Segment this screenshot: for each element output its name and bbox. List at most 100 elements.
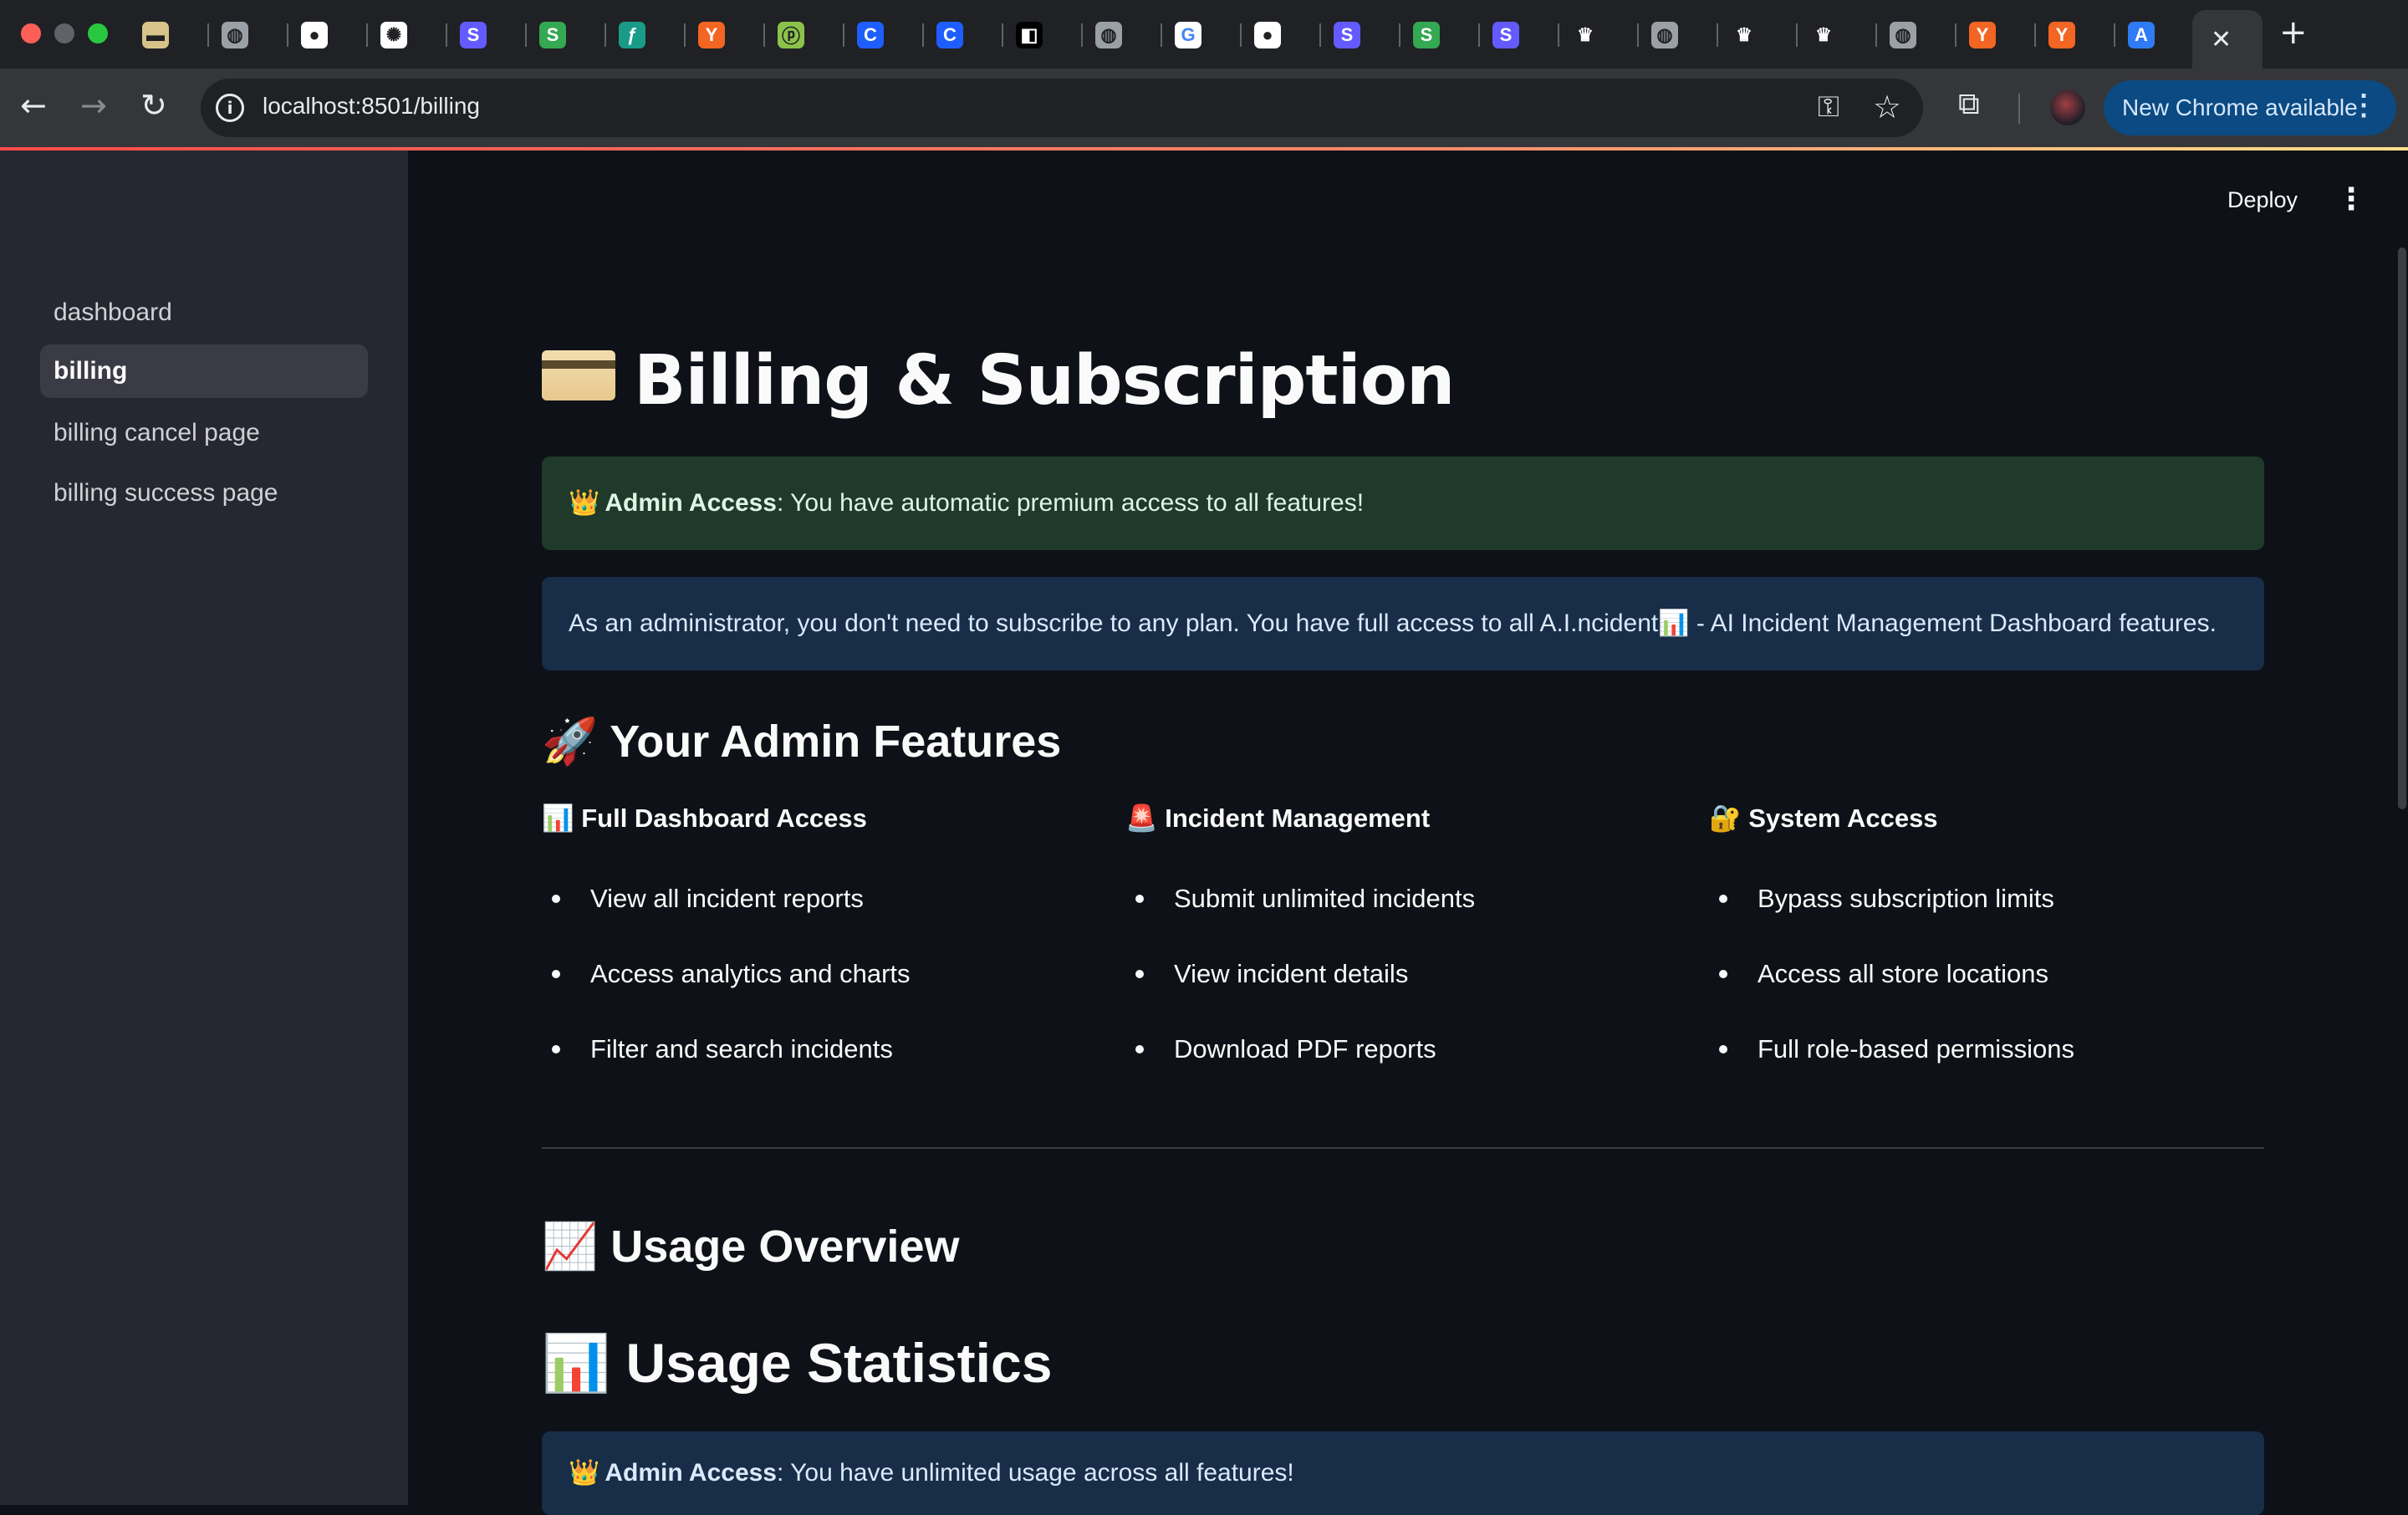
reload-icon[interactable]: ↻ [140,87,167,124]
tab-sheets-1[interactable]: S [528,12,606,59]
tab-globe[interactable]: ◍ [210,12,288,59]
toolbar-divider [2018,94,2020,124]
new-chrome-available-button[interactable]: New Chrome available ⋮ [2104,80,2396,135]
tab-globe-favicon-icon: ◍ [222,22,248,48]
tab-c-app-2-favicon-icon: C [936,22,963,48]
sidebar-item-billing-cancel-page[interactable]: billing cancel page [40,406,368,460]
tab-globe-4-favicon-icon: ◍ [1890,22,1916,48]
tab-separator [1558,23,1559,47]
tab-separator [922,23,924,47]
tab-separator [1399,23,1400,47]
list-item: Full role-based permissions [1709,1012,2261,1087]
browser-toolbar: ← → ↻ i localhost:8501/billing ⚿ ☆ ⧉ New… [0,69,2408,147]
list-item: Access analytics and charts [542,936,1094,1012]
sidebar-item-label: billing cancel page [54,419,260,446]
deploy-button[interactable]: Deploy [2227,187,2298,213]
back-arrow-icon[interactable]: ← [20,87,47,124]
alert-text: : You have unlimited usage across all fe… [777,1459,1294,1487]
tab-billing-card[interactable]: ▬ [130,12,209,59]
tab-globe-4[interactable]: ◍ [1878,12,1956,59]
feature-column-dashboard: 📊 Full Dashboard Access View all inciden… [542,803,1094,1087]
tab-box-app-favicon-icon: ◧ [1016,22,1043,48]
admin-access-alert: 👑 Admin Access : You have automatic prem… [542,457,2264,550]
tab-github[interactable]: ● [289,12,368,59]
tab-separator [1081,23,1083,47]
tab-ycombinator-1-favicon-icon: Y [698,22,725,48]
tab-separator [1002,23,1003,47]
window-close-button[interactable] [21,23,41,43]
tab-separator [1955,23,1956,47]
window-zoom-button[interactable] [88,23,108,43]
tab-separator [207,23,209,47]
tab-globe-3[interactable]: ◍ [1640,12,1718,59]
tab-c-app-2[interactable]: C [925,12,1003,59]
sidebar-item-label: dashboard [54,298,172,326]
tab-ycombinator-2-favicon-icon: Y [1969,22,1996,48]
sidebar-item-dashboard[interactable]: dashboard [40,286,368,339]
url-text[interactable]: localhost:8501/billing [263,93,480,120]
tab-stripe-1-favicon-icon: S [460,22,487,48]
tab-github-2[interactable]: ● [1242,12,1321,59]
page-title: Billing & Subscription [542,341,1455,421]
list-item: View incident details [1125,936,1677,1012]
tab-separator [366,23,368,47]
feature-column-title: 📊 Full Dashboard Access [542,803,867,833]
cast-search-icon[interactable]: ⧉ [1958,87,1980,122]
divider [542,1147,2264,1149]
feature-column-system: 🔐 System Access Bypass subscription limi… [1709,803,2261,1087]
tab-openai-favicon-icon: ✺ [380,22,407,48]
tab-sheets-2[interactable]: S [1401,12,1480,59]
tab-separator [1478,23,1480,47]
sidebar-item-billing[interactable]: billing [40,344,368,398]
tab-ycombinator-3[interactable]: Y [2037,12,2115,59]
info-text: As an administrator, you don't need to s… [569,610,2217,637]
tab-ycombinator-1[interactable]: Y [686,12,765,59]
tab-ycombinator-2[interactable]: Y [1957,12,2036,59]
tab-stripe-1[interactable]: S [448,12,527,59]
sidebar-item-billing-success-page[interactable]: billing success page [40,467,368,520]
tab-crown-2[interactable]: ♛ [1719,12,1798,59]
tab-feather-favicon-icon: ƒ [619,22,645,48]
bookmark-star-icon[interactable]: ☆ [1873,89,1901,125]
chrome-menu-icon[interactable]: ⋮ [2349,89,2378,122]
tab-separator [287,23,288,47]
tab-crown-3-favicon-icon: ♛ [1810,22,1837,48]
tab-ycombinator-3-favicon-icon: Y [2048,22,2075,48]
tab-separator [1717,23,1718,47]
tab-openai[interactable]: ✺ [369,12,447,59]
sidebar: dashboard billing billing cancel page bi… [0,150,408,1505]
tab-github-2-favicon-icon: ● [1254,22,1281,48]
tab-separator [2114,23,2115,47]
site-info-icon[interactable]: i [216,94,244,122]
tab-separator [605,23,606,47]
tab-feather[interactable]: ƒ [607,12,686,59]
window-minimize-button[interactable] [54,23,74,43]
forward-arrow-icon[interactable]: → [80,87,107,124]
tab-box-app[interactable]: ◧ [1004,12,1083,59]
close-tab-icon[interactable]: ✕ [2211,25,2232,54]
scrollbar[interactable] [2398,247,2406,809]
tab-stripe-2[interactable]: S [1322,12,1400,59]
address-bar[interactable]: i localhost:8501/billing ⚿ ☆ [201,79,1923,137]
password-key-icon[interactable]: ⚿ [1818,90,1839,124]
tab-globe-2[interactable]: ◍ [1084,12,1162,59]
tab-stripe-3[interactable]: S [1481,12,1559,59]
credit-card-icon [542,350,615,400]
new-tab-button[interactable]: + [2279,13,2308,52]
tab-google[interactable]: G [1163,12,1242,59]
profile-avatar[interactable] [2050,90,2085,125]
tab-green-app[interactable]: ⓟ [766,12,844,59]
tab-separator [763,23,765,47]
main-menu-icon[interactable]: ⋮ [2336,182,2366,217]
tab-c-app-1[interactable]: C [845,12,924,59]
tab-crown-2-favicon-icon: ♛ [1731,22,1758,48]
usage-overview-heading: 📈 Usage Overview [542,1222,960,1272]
tab-appstore[interactable]: A [2116,12,2195,59]
tab-crown-1[interactable]: ♛ [1560,12,1639,59]
sidebar-item-label: billing [54,357,128,385]
feature-list: View all incident reports Access analyti… [542,861,1094,1087]
tab-crown-3[interactable]: ♛ [1798,12,1877,59]
active-tab[interactable]: ✕ [2192,10,2263,69]
list-item: Download PDF reports [1125,1012,1677,1087]
main-content: Deploy ⋮ Billing & Subscription 👑 Admin … [408,150,2408,1515]
